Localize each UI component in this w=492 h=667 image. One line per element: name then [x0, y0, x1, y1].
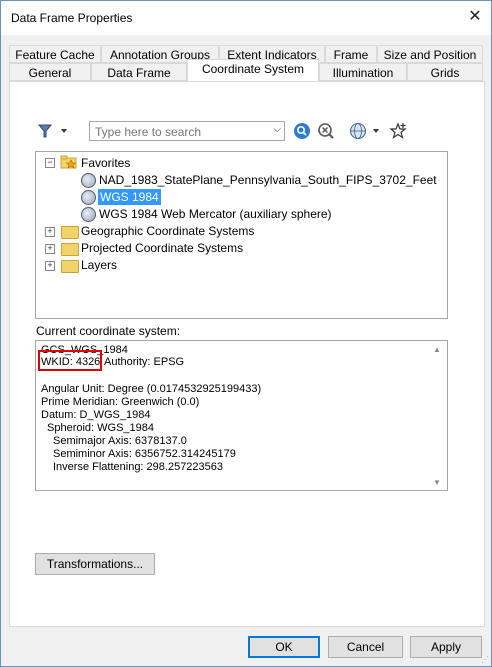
tab-frame[interactable]: Frame [325, 45, 377, 63]
tab-general[interactable]: General [9, 63, 91, 81]
cs-datum: Datum: D_WGS_1984 [41, 409, 151, 421]
clear-search-button[interactable] [317, 122, 335, 140]
tree-item-projected[interactable]: Projected Coordinate Systems [81, 240, 243, 256]
coordinate-system-tree[interactable]: − Favorites NAD_1983_StatePlane_Pennsylv… [35, 151, 448, 319]
search-button[interactable] [293, 122, 311, 140]
tab-grids[interactable]: Grids [407, 63, 483, 81]
search-box[interactable]: ⌵ [89, 121, 285, 141]
wkid-highlight-box [38, 350, 102, 371]
transformations-button[interactable]: Transformations... [35, 553, 155, 575]
window-title: Data Frame Properties [11, 11, 133, 25]
clear-search-icon [318, 123, 334, 139]
resize-grip-icon[interactable]: ⋰ [481, 655, 489, 664]
tab-size-and-position[interactable]: Size and Position [377, 45, 483, 63]
tab-data-frame[interactable]: Data Frame [91, 63, 187, 81]
expand-projected-icon[interactable]: + [45, 244, 55, 254]
add-to-favorites-button[interactable] [389, 122, 407, 140]
globe-icon [81, 190, 96, 205]
expand-geographic-icon[interactable]: + [45, 227, 55, 237]
folder-icon [61, 226, 79, 239]
filter-icon [37, 124, 67, 138]
apply-button[interactable]: Apply [410, 636, 482, 658]
cs-prime-meridian: Prime Meridian: Greenwich (0.0) [41, 396, 200, 408]
tree-item-geographic[interactable]: Geographic Coordinate Systems [81, 223, 254, 239]
tree-item-favorites[interactable]: Favorites [81, 155, 130, 171]
globe-icon [81, 207, 96, 222]
folder-icon [61, 260, 79, 273]
tree-item-nad83-pa-south[interactable]: NAD_1983_StatePlane_Pennsylvania_South_F… [99, 172, 437, 188]
globe-icon [81, 173, 96, 188]
expand-layers-icon[interactable]: + [45, 261, 55, 271]
cs-semimajor: Semimajor Axis: 6378137.0 [53, 435, 187, 447]
search-input[interactable] [93, 123, 272, 141]
favorites-folder-icon [60, 155, 78, 172]
cs-semiminor: Semiminor Axis: 6356752.314245179 [53, 448, 236, 460]
cs-angular-unit: Angular Unit: Degree (0.0174532925199433… [41, 383, 262, 395]
cancel-button[interactable]: Cancel [328, 636, 403, 658]
cs-inverse-flattening: Inverse Flattening: 298.257223563 [53, 461, 224, 473]
close-icon[interactable]: ✕ [463, 5, 487, 29]
tab-feature-cache[interactable]: Feature Cache [9, 45, 101, 63]
cs-spheroid: Spheroid: WGS_1984 [47, 422, 155, 434]
ok-button[interactable]: OK [248, 636, 320, 658]
current-cs-label: Current coordinate system: [36, 324, 181, 338]
tab-coordinate-system[interactable]: Coordinate System [187, 59, 319, 81]
scroll-down-icon[interactable]: ▼ [433, 478, 441, 487]
cs-authority: Authority: EPSG [104, 356, 185, 368]
search-icon [294, 123, 310, 139]
title-bar: Data Frame Properties ✕ [1, 1, 491, 35]
filter-button[interactable] [37, 123, 69, 139]
star-add-icon [389, 122, 407, 139]
globe-dropdown-icon [350, 123, 379, 139]
add-coordinate-system-button[interactable] [349, 122, 383, 140]
tab-illumination[interactable]: Illumination [319, 63, 407, 81]
folder-icon [61, 243, 79, 256]
dialog-window: Data Frame Properties ✕ Feature Cache An… [0, 0, 492, 667]
tree-item-wgs-1984[interactable]: WGS 1984 [98, 189, 161, 205]
chevron-down-icon[interactable]: ⌵ [273, 124, 281, 135]
collapse-favorites-icon[interactable]: − [45, 158, 55, 168]
tree-item-layers[interactable]: Layers [81, 257, 117, 273]
scroll-up-icon[interactable]: ▲ [433, 345, 441, 354]
tree-item-web-mercator[interactable]: WGS 1984 Web Mercator (auxiliary sphere) [99, 206, 332, 222]
